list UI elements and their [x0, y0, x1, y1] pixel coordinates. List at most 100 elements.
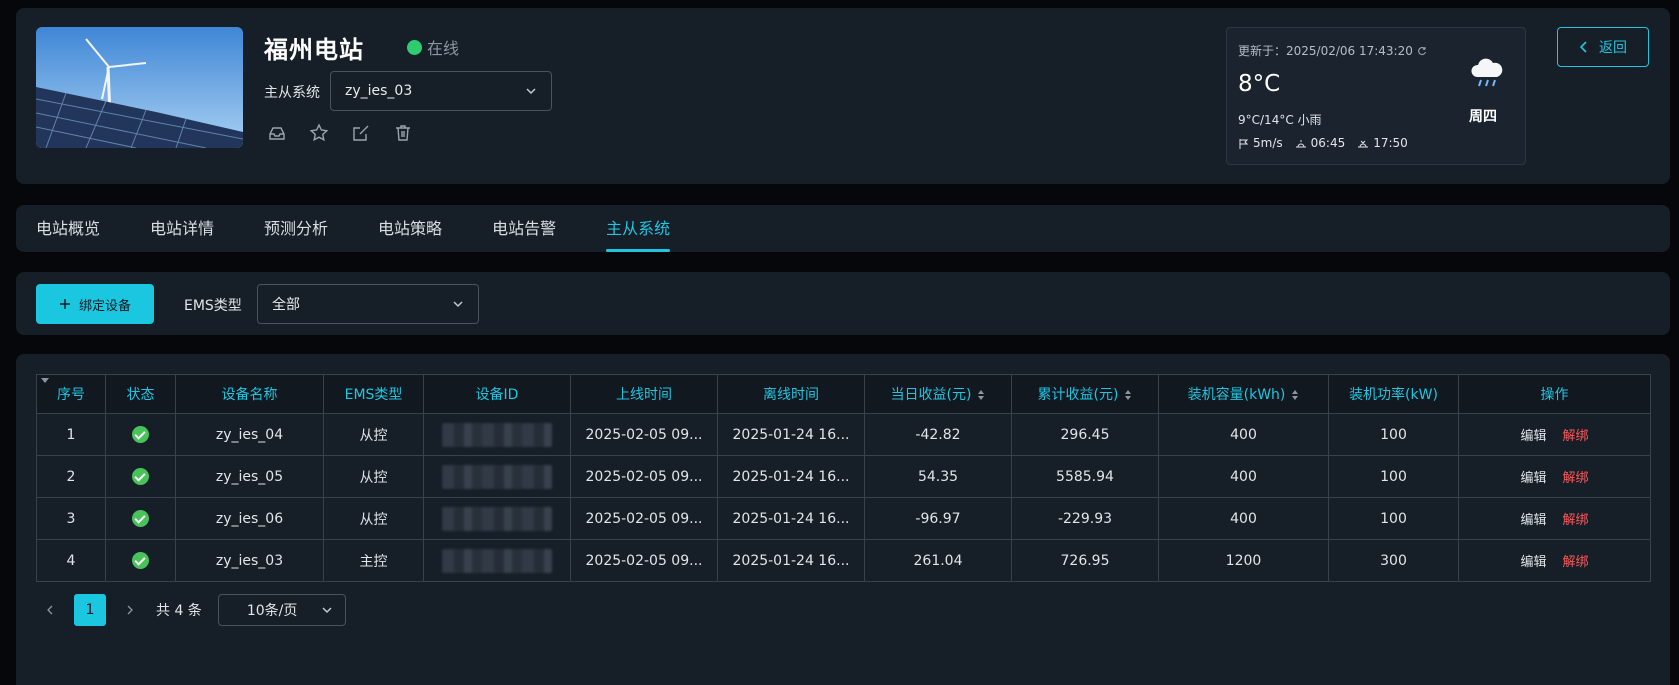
page-size-value: 10条/页 [246, 603, 298, 619]
table-row: 4 zy_ies_03 主控 2025-02-05 09... 2025-01-… [36, 539, 1651, 582]
col-capacity[interactable]: 装机容量(kWh) [1158, 374, 1329, 414]
device-table-card: 序号 状态 设备名称 EMS类型 设备ID 上线时间 离线时间 当日收益(元) … [16, 354, 1670, 685]
check-circle-icon [132, 510, 149, 527]
pagination: 1 共 4 条 10条/页 [40, 594, 346, 626]
col-day-income[interactable]: 当日收益(元) [864, 374, 1012, 414]
wind-flag-icon [1239, 138, 1249, 149]
unbind-link[interactable]: 解绑 [1563, 429, 1589, 444]
cell-online-time: 2025-02-05 09... [570, 497, 718, 540]
cell-day-income: -42.82 [864, 413, 1012, 456]
cell-total-income: 296.45 [1011, 413, 1159, 456]
bind-device-button[interactable]: 绑定设备 [36, 284, 154, 324]
cell-index: 3 [36, 497, 106, 540]
col-actions: 操作 [1458, 374, 1651, 414]
unbind-link[interactable]: 解绑 [1563, 555, 1589, 570]
station-actions [266, 122, 414, 144]
redacted-id [442, 548, 552, 573]
cell-power: 100 [1328, 413, 1459, 456]
col-total-income[interactable]: 累计收益(元) [1011, 374, 1159, 414]
cell-capacity: 400 [1158, 413, 1329, 456]
col-day-income-label: 当日收益(元) [890, 387, 972, 403]
cell-online-time: 2025-02-05 09... [570, 413, 718, 456]
page-size-select[interactable]: 10条/页 [217, 594, 346, 626]
cell-device-name: zy_ies_04 [175, 413, 324, 456]
edit-icon[interactable] [350, 122, 372, 144]
col-index: 序号 [36, 374, 106, 414]
redacted-id [442, 506, 552, 531]
cell-device-id [423, 455, 571, 498]
cell-capacity: 1200 [1158, 539, 1329, 582]
weather-updated: 更新于：2025/02/06 17:43:20 [1238, 42, 1427, 59]
cell-status [105, 413, 176, 456]
weather-temp: 8°C [1238, 71, 1281, 97]
cell-ems-type: 从控 [323, 413, 424, 456]
sort-icon[interactable] [1124, 389, 1132, 401]
cell-day-income: 54.35 [864, 455, 1012, 498]
cell-offline-time: 2025-01-24 16... [717, 413, 865, 456]
tab-overview[interactable]: 电站概览 [36, 205, 100, 252]
cell-total-income: 5585.94 [1011, 455, 1159, 498]
ems-type-label: EMS类型 [184, 298, 242, 314]
cell-index: 1 [36, 413, 106, 456]
tab-details[interactable]: 电站详情 [150, 205, 214, 252]
prev-page-icon[interactable] [40, 594, 60, 626]
cell-index: 2 [36, 455, 106, 498]
sunrise-time: 06:45 [1310, 136, 1346, 150]
star-icon[interactable] [308, 122, 330, 144]
cell-offline-time: 2025-01-24 16... [717, 539, 865, 582]
cell-capacity: 400 [1158, 497, 1329, 540]
table-row: 3 zy_ies_06 从控 2025-02-05 09... 2025-01-… [36, 497, 1651, 540]
tab-master-slave[interactable]: 主从系统 [606, 205, 671, 252]
check-circle-icon [132, 426, 149, 443]
col-capacity-label: 装机容量(kWh) [1187, 387, 1286, 403]
cell-status [105, 539, 176, 582]
cell-total-income: 726.95 [1011, 539, 1159, 582]
cell-ems-type: 从控 [323, 455, 424, 498]
sort-icon[interactable] [1291, 389, 1299, 401]
ems-type-select[interactable]: 全部 [257, 284, 479, 324]
cell-total-income: -229.93 [1011, 497, 1159, 540]
cell-device-name: zy_ies_03 [175, 539, 324, 582]
expand-corner-icon[interactable] [41, 378, 49, 383]
check-circle-icon [132, 468, 149, 485]
cell-actions: 编辑 解绑 [1458, 455, 1651, 498]
weather-range: 9°C/14°C 小雨 [1238, 113, 1322, 127]
edit-link[interactable]: 编辑 [1520, 471, 1546, 486]
back-label: 返回 [1599, 40, 1627, 56]
cell-actions: 编辑 解绑 [1458, 413, 1651, 456]
page-number-current[interactable]: 1 [74, 594, 106, 626]
col-power: 装机功率(kW) [1328, 374, 1459, 414]
weather-updated-text: 更新于：2025/02/06 17:43:20 [1238, 44, 1413, 58]
status-badge: 在线 [407, 35, 459, 59]
cell-power: 300 [1328, 539, 1459, 582]
station-header: 福州电站 在线 主从系统 zy_ies_03 更新于：2025/02/06 17… [16, 8, 1670, 184]
edit-link[interactable]: 编辑 [1520, 555, 1546, 570]
sunrise-icon [1295, 139, 1306, 147]
inbox-icon[interactable] [266, 122, 288, 144]
unbind-link[interactable]: 解绑 [1563, 513, 1589, 528]
cell-ems-type: 从控 [323, 497, 424, 540]
tab-alarms[interactable]: 电站告警 [492, 205, 556, 252]
sort-icon[interactable] [977, 389, 985, 401]
cell-day-income: 261.04 [864, 539, 1012, 582]
system-select[interactable]: zy_ies_03 [330, 71, 552, 111]
cell-day-income: -96.97 [864, 497, 1012, 540]
cell-status [105, 455, 176, 498]
refresh-icon[interactable] [1417, 46, 1427, 56]
tab-forecast[interactable]: 预测分析 [264, 205, 328, 252]
col-status: 状态 [105, 374, 176, 414]
weather-panel: 更新于：2025/02/06 17:43:20 8°C 9°C/14°C 小雨 … [1226, 27, 1526, 165]
cell-capacity: 400 [1158, 455, 1329, 498]
system-select-value: zy_ies_03 [345, 83, 413, 99]
back-button[interactable]: 返回 [1557, 27, 1649, 67]
trash-icon[interactable] [392, 122, 414, 144]
cell-actions: 编辑 解绑 [1458, 539, 1651, 582]
edit-link[interactable]: 编辑 [1520, 429, 1546, 444]
cell-power: 100 [1328, 497, 1459, 540]
unbind-link[interactable]: 解绑 [1563, 471, 1589, 486]
next-page-icon[interactable] [120, 594, 140, 626]
edit-link[interactable]: 编辑 [1520, 513, 1546, 528]
tab-strategy[interactable]: 电站策略 [378, 205, 442, 252]
cell-device-id [423, 413, 571, 456]
wind-speed: 5m/s [1253, 136, 1283, 150]
